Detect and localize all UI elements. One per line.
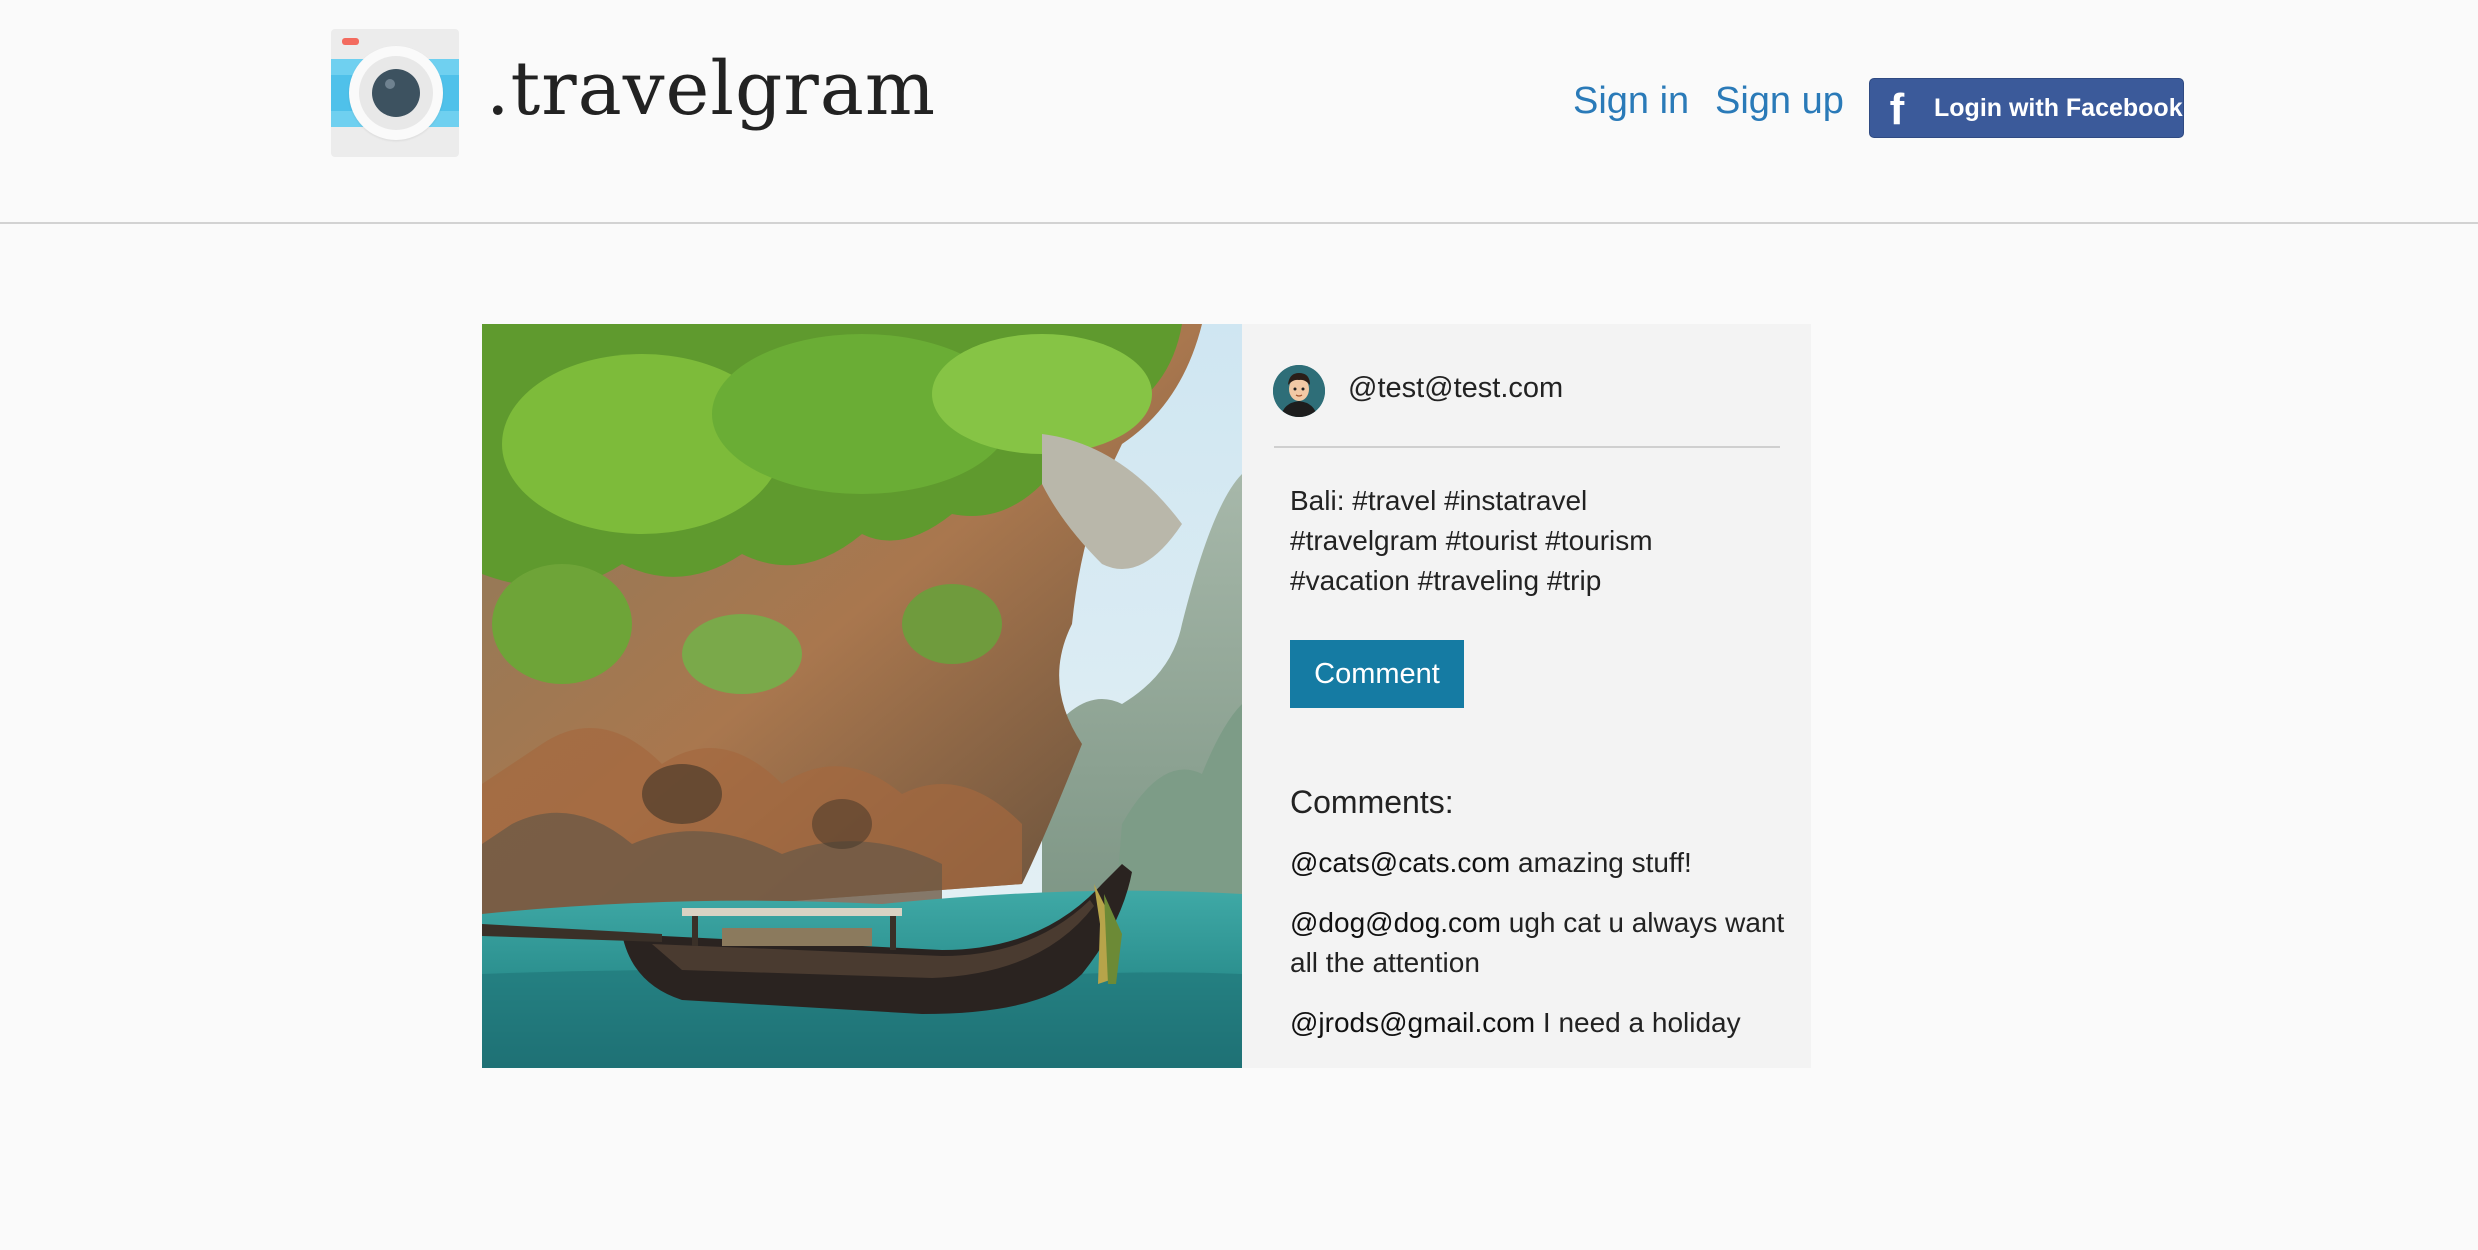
comment-author[interactable]: @jrods@gmail.com [1290,1007,1535,1038]
comment-item: @cats@cats.com amazing stuff! [1290,843,1790,883]
panel-divider [1274,446,1780,448]
sign-up-link[interactable]: Sign up [1715,82,1844,120]
sign-in-link[interactable]: Sign in [1573,82,1689,120]
facebook-login-button[interactable]: f Login with Facebook [1869,78,2184,138]
comment-text: amazing stuff! [1518,847,1692,878]
camera-logo-icon[interactable] [331,29,459,157]
comment-item: @dog@dog.com ugh cat u always want all t… [1290,903,1790,983]
brand-name[interactable]: .travelgram [486,52,936,126]
comments-heading: Comments: [1290,784,1454,820]
site-header: .travelgram Sign in Sign up f Login with… [0,0,2478,224]
caption-line: Bali: #travel #instatravel [1290,485,1588,516]
comment-text: I need a holiday [1542,1007,1741,1038]
facebook-login-label: Login with Facebook [1934,94,2183,122]
facebook-icon: f [1889,85,1905,134]
caption-line: #travelgram #tourist #tourism [1290,525,1653,556]
comment-item: @jrods@gmail.com I need a holiday [1290,1003,1790,1043]
comment-button[interactable]: Comment [1290,640,1464,708]
post-details-panel: @test@test.com Bali: #travel #instatrave… [1242,324,1811,1068]
post-username[interactable]: @test@test.com [1348,374,1563,403]
post-photo [482,324,1242,1068]
user-avatar[interactable] [1273,365,1325,417]
comment-author[interactable]: @cats@cats.com [1290,847,1510,878]
caption-line: #vacation #traveling #trip [1290,565,1602,596]
comment-author[interactable]: @dog@dog.com [1290,907,1501,938]
post-caption: Bali: #travel #instatravel #travelgram #… [1290,481,1770,601]
